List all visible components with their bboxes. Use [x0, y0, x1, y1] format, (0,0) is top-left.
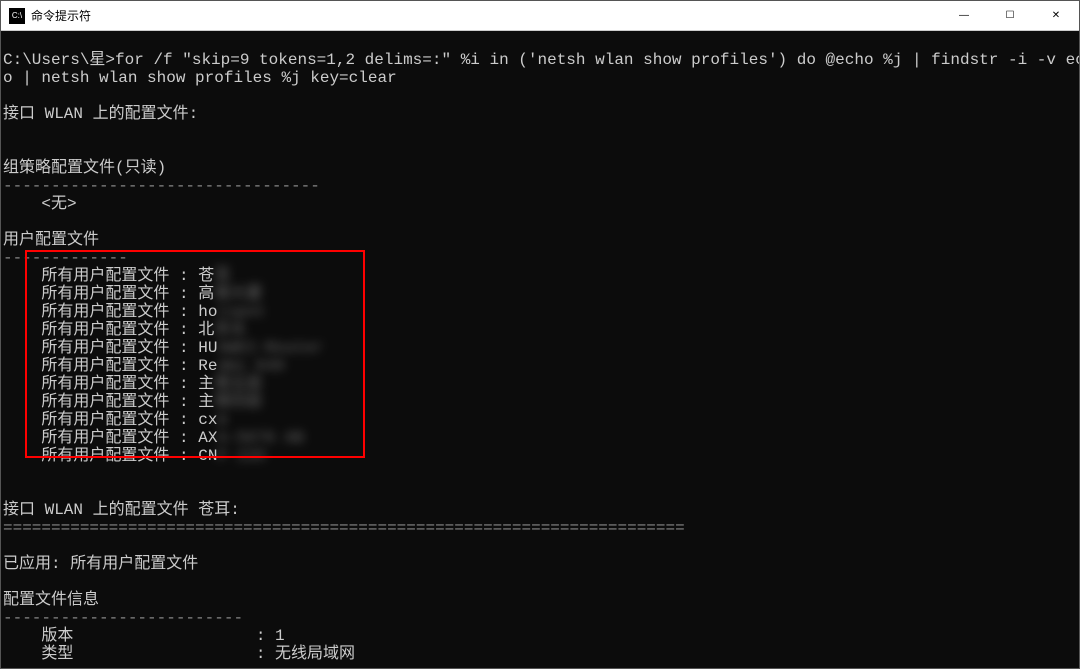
group-policy-header: 组策略配置文件(只读): [3, 159, 166, 177]
section-profile-detail-header: 接口 WLAN 上的配置文件 苍耳:: [3, 501, 240, 519]
profile-info-header: 配置文件信息: [3, 591, 99, 609]
command-line-1: for /f "skip=9 tokens=1,2 delims=:" %i i…: [115, 51, 1079, 69]
command-line-2: o | netsh wlan show profiles %j key=clea…: [3, 69, 397, 87]
none-entry: <无>: [3, 195, 77, 213]
prompt: C:\Users\星>: [3, 51, 115, 69]
app-icon: C:\: [9, 8, 25, 24]
maximize-button[interactable]: ☐: [987, 1, 1033, 31]
version-label: 版本 :: [3, 627, 275, 645]
minimize-button[interactable]: —: [941, 1, 987, 31]
eq-line: ========================================…: [3, 519, 685, 537]
command-prompt-window: C:\ 命令提示符 — ☐ ✕ C:\Users\星>for /f "skip=…: [0, 0, 1080, 669]
close-button[interactable]: ✕: [1033, 1, 1079, 31]
type-label: 类型 :: [3, 645, 275, 663]
highlight-box: [25, 250, 365, 458]
type-value: 无线局域网: [275, 645, 355, 663]
section-interface-header: 接口 WLAN 上的配置文件:: [3, 105, 198, 123]
dash-line: ---------------------------------: [3, 177, 320, 195]
applied-line: 已应用: 所有用户配置文件: [3, 555, 198, 573]
titlebar[interactable]: C:\ 命令提示符 — ☐ ✕: [1, 1, 1079, 31]
version-value: 1: [275, 627, 285, 645]
dash-line: -------------------------: [3, 609, 243, 627]
user-profiles-header: 用户配置文件: [3, 231, 99, 249]
terminal-output[interactable]: C:\Users\星>for /f "skip=9 tokens=1,2 del…: [1, 31, 1079, 668]
window-title: 命令提示符: [31, 7, 91, 24]
